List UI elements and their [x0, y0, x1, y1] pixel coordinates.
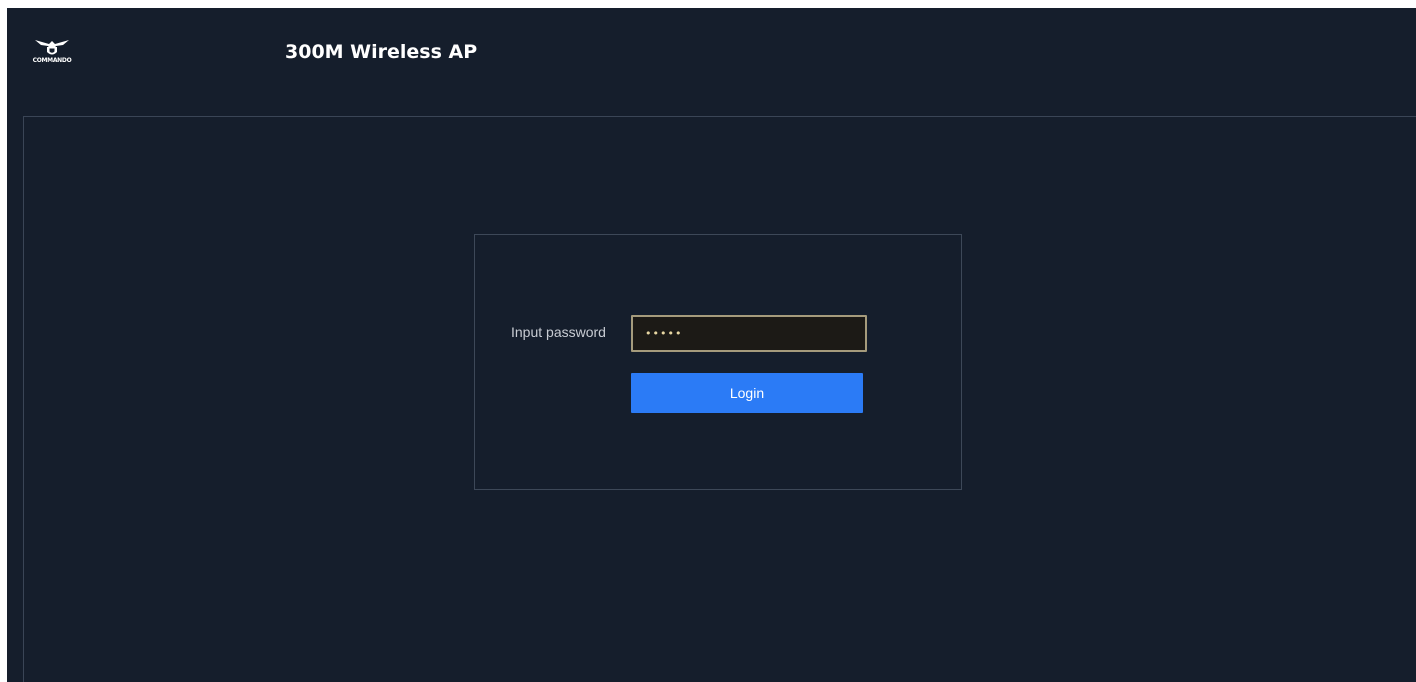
- page-title: 300M Wireless AP: [285, 41, 478, 63]
- app-window: COMMANDO 300M Wireless AP Input password…: [7, 8, 1416, 682]
- login-button[interactable]: Login: [631, 373, 863, 413]
- eagle-shield-logo-icon: [35, 40, 69, 55]
- header: COMMANDO 300M Wireless AP: [7, 8, 1416, 116]
- logo-text: COMMANDO: [32, 57, 72, 64]
- password-input[interactable]: [631, 315, 867, 352]
- commando-logo: COMMANDO: [32, 36, 72, 70]
- password-label: Input password: [511, 324, 606, 340]
- login-panel: Input password Login: [474, 234, 962, 490]
